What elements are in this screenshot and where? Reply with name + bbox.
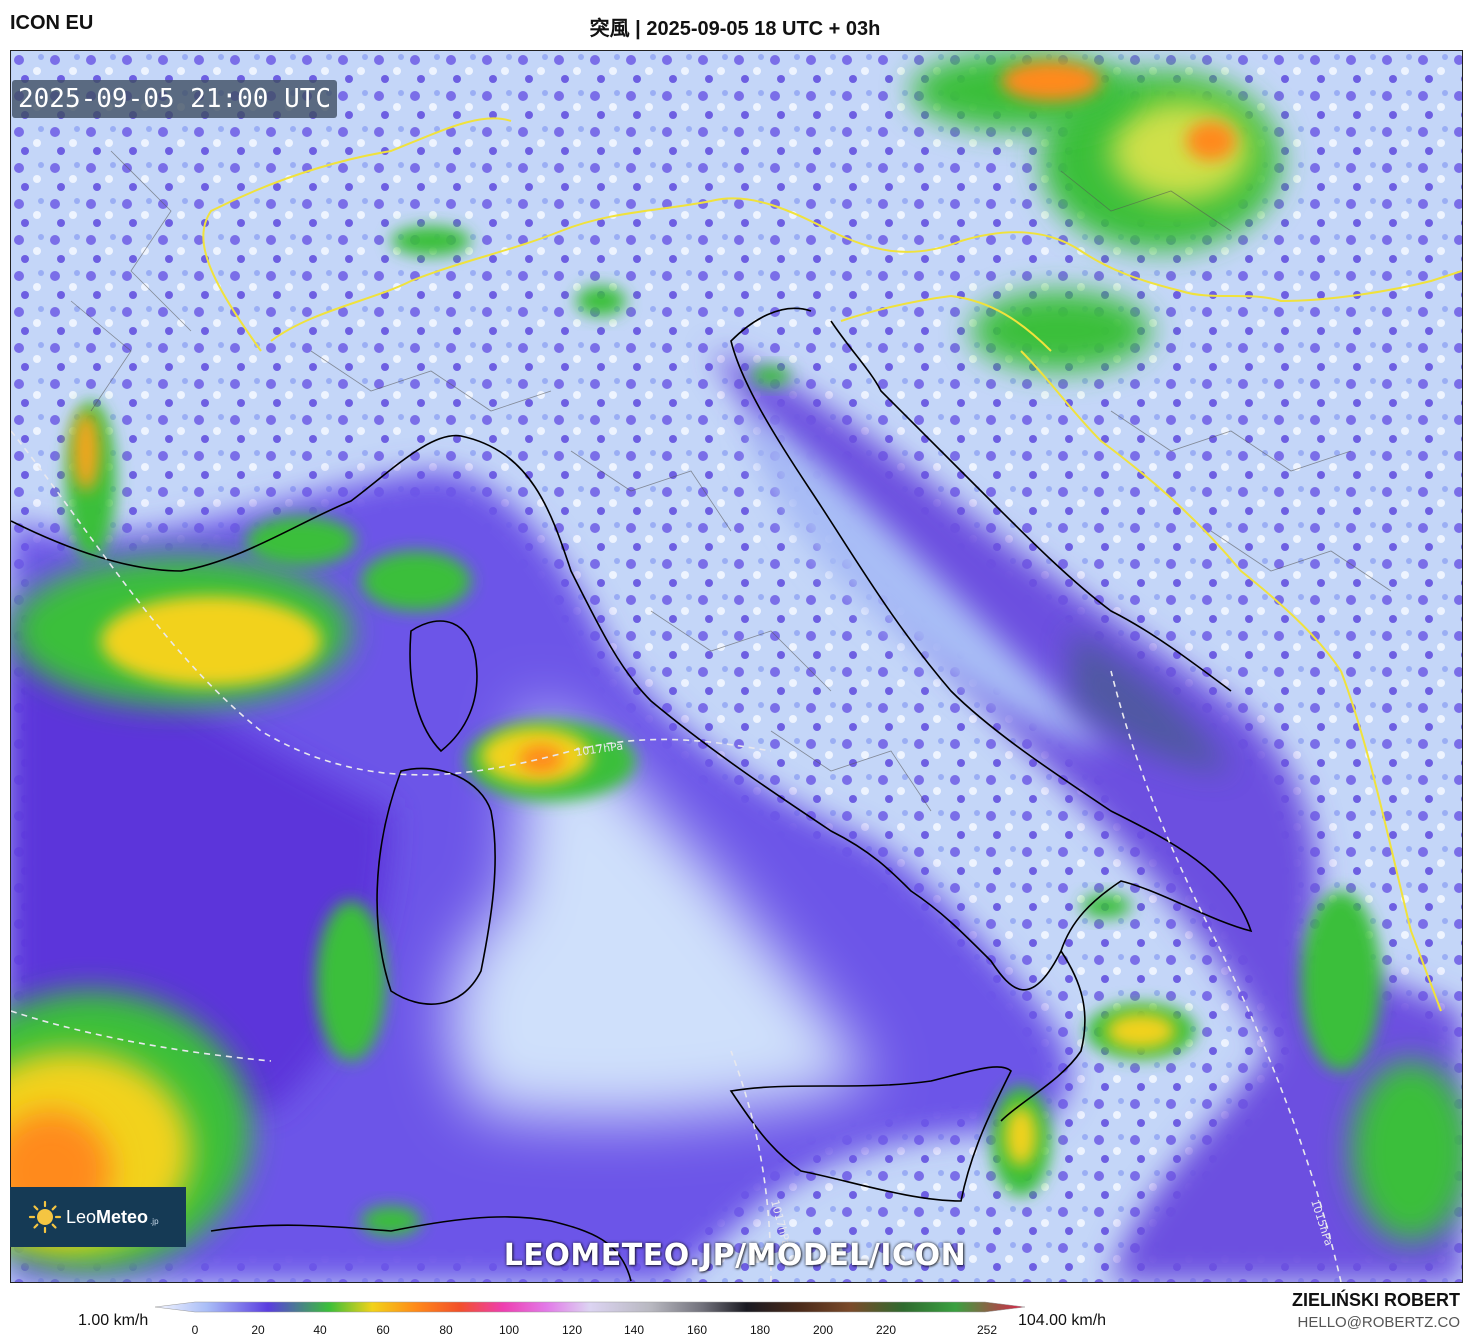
- legend-tick: 40: [313, 1323, 327, 1337]
- logo-suffix: .jp: [150, 1216, 159, 1226]
- legend-tick: 0: [191, 1323, 199, 1337]
- legend-tick: 160: [686, 1323, 708, 1337]
- legend-tick: 140: [623, 1323, 645, 1337]
- legend-min-label: 1.00 km/h: [78, 1312, 149, 1329]
- legend-tick: 220: [875, 1323, 897, 1337]
- legend-tick: 100: [498, 1323, 520, 1337]
- gust-map[interactable]: 1017hPa 1017hPa 1015hPa: [10, 50, 1463, 1283]
- legend-tick: 252: [976, 1323, 998, 1337]
- legend-tick: 80: [439, 1323, 453, 1337]
- legend-tick: 180: [749, 1323, 771, 1337]
- legend-max-label: 104.00 km/h: [1018, 1312, 1107, 1329]
- legend-tick: 20: [251, 1323, 265, 1337]
- author-credit: ZIELIŃSKI ROBERT: [1291, 1290, 1460, 1310]
- legend-tick: 120: [561, 1323, 583, 1337]
- chart-title: 突風 | 2025-09-05 18 UTC + 03h: [589, 18, 881, 40]
- legend-colorbar: [155, 1301, 1025, 1313]
- url-watermark: LEOMETEO.JP/MODEL/ICON: [503, 1238, 967, 1273]
- sun-icon: [28, 1200, 62, 1234]
- author-email[interactable]: HELLO@ROBERTZ.CO: [1298, 1314, 1460, 1331]
- gust-field: 1017hPa 1017hPa 1015hPa: [11, 51, 1462, 1282]
- valid-time-badge: 2025-09-05 21:00 UTC: [12, 80, 338, 118]
- legend-tick: 60: [376, 1323, 390, 1337]
- legend-tick: 200: [812, 1323, 834, 1337]
- logo-wordmark: LeoMeteo: [66, 1206, 149, 1227]
